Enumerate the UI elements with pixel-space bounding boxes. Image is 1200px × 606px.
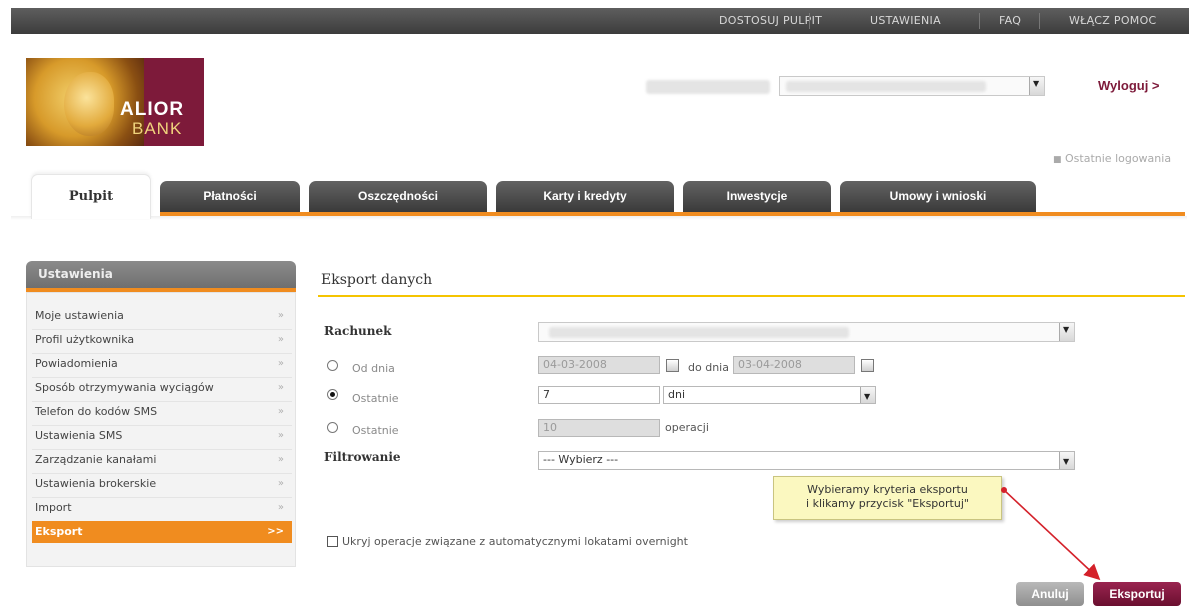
tab-contracts-requests[interactable]: Umowy i wnioski [840, 181, 1036, 212]
filter-select-value: --- Wybierz --- [543, 453, 619, 466]
hint-line-2: i klikamy przycisk "Eksportuj" [806, 497, 969, 510]
hint-line-1: Wybieramy kryteria eksportu [807, 483, 968, 496]
title-underline [318, 295, 1185, 297]
account-select[interactable] [538, 322, 1075, 342]
sidebar-header: Ustawienia [26, 261, 296, 288]
calendar-icon[interactable] [666, 359, 679, 372]
chevron-right-icon: » [277, 430, 284, 441]
sidebar-item-label: Telefon do kodów SMS [35, 405, 158, 418]
profile-select[interactable] [779, 76, 1045, 96]
annotation-arrow [1001, 487, 1101, 581]
chevron-right-icon: » [277, 358, 284, 369]
to-date-label: do dnia [688, 361, 729, 374]
hide-overnight-label: Ukryj operacje związane z automatycznymi… [342, 535, 688, 548]
arrow-line [1003, 489, 1101, 581]
tab-payments[interactable]: Płatności [160, 181, 300, 212]
hint-tooltip: Wybieramy kryteria eksportu i klikamy pr… [773, 476, 1002, 520]
tab-dashboard[interactable]: Pulpit [31, 174, 151, 219]
sidebar-item-sms-settings[interactable]: Ustawienia SMS » [32, 425, 292, 450]
sidebar-item-label: Import [35, 501, 72, 514]
user-name-blurred [646, 80, 770, 94]
sidebar-item-statements[interactable]: Sposób otrzymywania wyciągów » [32, 377, 292, 402]
sidebar-item-user-profile[interactable]: Profil użytkownika » [32, 329, 292, 354]
operations-unit-label: operacji [665, 421, 709, 434]
export-button[interactable]: Eksportuj [1093, 582, 1181, 606]
tab-investments[interactable]: Inwestycje [683, 181, 831, 212]
calendar-icon[interactable] [861, 359, 874, 372]
logo-text-bank: BANK [132, 119, 183, 138]
from-date-label: Od dnia [352, 362, 395, 375]
chevron-right-icon: » [277, 502, 284, 513]
chevron-down-icon[interactable] [1029, 77, 1044, 95]
last-days-input[interactable]: 7 [538, 386, 660, 404]
period-unit-value: dni [668, 388, 686, 401]
chevron-down-icon[interactable] [1059, 452, 1074, 470]
top-navigation-bar: DOSTOSUJ PULPIT USTAWIENIA FAQ WŁĄCZ POM… [11, 8, 1189, 34]
enable-help-link[interactable]: WŁĄCZ POMOC [1069, 14, 1157, 27]
tab-savings[interactable]: Oszczędności [309, 181, 487, 212]
chevron-right-icon: » [277, 454, 284, 465]
page-title: Eksport danych [321, 272, 433, 288]
tabs-shadow [11, 216, 1187, 220]
sidebar-item-label: Ustawienia brokerskie [35, 477, 157, 490]
chevron-down-icon[interactable] [1059, 323, 1074, 341]
sidebar-item-label: Sposób otrzymywania wyciągów [35, 381, 214, 394]
from-date-input[interactable]: 04-03-2008 [538, 356, 660, 374]
sidebar-item-label: Profil użytkownika [35, 333, 135, 346]
cancel-button[interactable]: Anuluj [1016, 582, 1084, 606]
sidebar-item-channels[interactable]: Zarządzanie kanałami » [32, 449, 292, 474]
hide-overnight-checkbox[interactable] [327, 536, 338, 547]
sidebar-item-sms-phone[interactable]: Telefon do kodów SMS » [32, 401, 292, 426]
chevron-down-icon[interactable] [860, 387, 875, 405]
chevron-right-icon: » [277, 310, 284, 321]
sidebar-item-label: Moje ustawienia [35, 309, 124, 322]
faq-link[interactable]: FAQ [999, 14, 1021, 27]
account-label: Rachunek [324, 324, 392, 338]
sidebar-item-export[interactable]: Eksport >> [32, 521, 292, 543]
tabs-underline [160, 212, 1185, 216]
sidebar-item-brokerage[interactable]: Ustawienia brokerskie » [32, 473, 292, 498]
chevron-right-icon: » [277, 382, 284, 393]
chevron-right-icon: » [277, 406, 284, 417]
settings-link[interactable]: USTAWIENIA [870, 14, 941, 27]
customize-dashboard-link[interactable]: DOSTOSUJ PULPIT [719, 14, 822, 27]
last-operations-radio[interactable] [327, 422, 338, 433]
sidebar-item-label: Eksport [35, 525, 83, 538]
filter-select[interactable]: --- Wybierz --- [538, 451, 1075, 470]
lock-icon: ■ [1053, 155, 1062, 165]
date-range-radio[interactable] [327, 360, 338, 371]
tab-cards-credits[interactable]: Karty i kredyty [496, 181, 674, 212]
period-unit-select[interactable]: dni [663, 386, 876, 405]
last-operations-label: Ostatnie [352, 424, 399, 437]
sidebar-item-label: Zarządzanie kanałami [35, 453, 157, 466]
sidebar-item-label: Ustawienia SMS [35, 429, 123, 442]
last-login-link[interactable]: ■ Ostatnie logowania [1053, 152, 1171, 165]
last-days-radio[interactable] [327, 389, 338, 400]
double-chevron-right-icon: >> [267, 526, 284, 537]
sidebar-item-my-settings[interactable]: Moje ustawienia » [32, 305, 292, 330]
last-operations-input[interactable]: 10 [538, 419, 660, 437]
last-days-label: Ostatnie [352, 392, 399, 405]
filter-label: Filtrowanie [324, 450, 401, 464]
sidebar-item-label: Powiadomienia [35, 357, 118, 370]
logo-text-alior: ALIOR [120, 99, 185, 120]
nav-separator [809, 13, 810, 29]
nav-separator [979, 13, 980, 29]
profile-select-value-blurred [786, 81, 986, 92]
alior-bank-logo[interactable]: ALIOR BANK [26, 58, 204, 146]
account-select-value-blurred [549, 327, 849, 338]
chevron-right-icon: » [277, 478, 284, 489]
to-date-input[interactable]: 03-04-2008 [733, 356, 855, 374]
last-login-label: Ostatnie logowania [1065, 152, 1172, 165]
sidebar-title: Ustawienia [38, 267, 113, 281]
chevron-right-icon: » [277, 334, 284, 345]
sidebar-item-notifications[interactable]: Powiadomienia » [32, 353, 292, 378]
nav-separator [1039, 13, 1040, 29]
sidebar-item-import[interactable]: Import » [32, 497, 292, 522]
logout-link[interactable]: Wyloguj > [1098, 78, 1160, 93]
